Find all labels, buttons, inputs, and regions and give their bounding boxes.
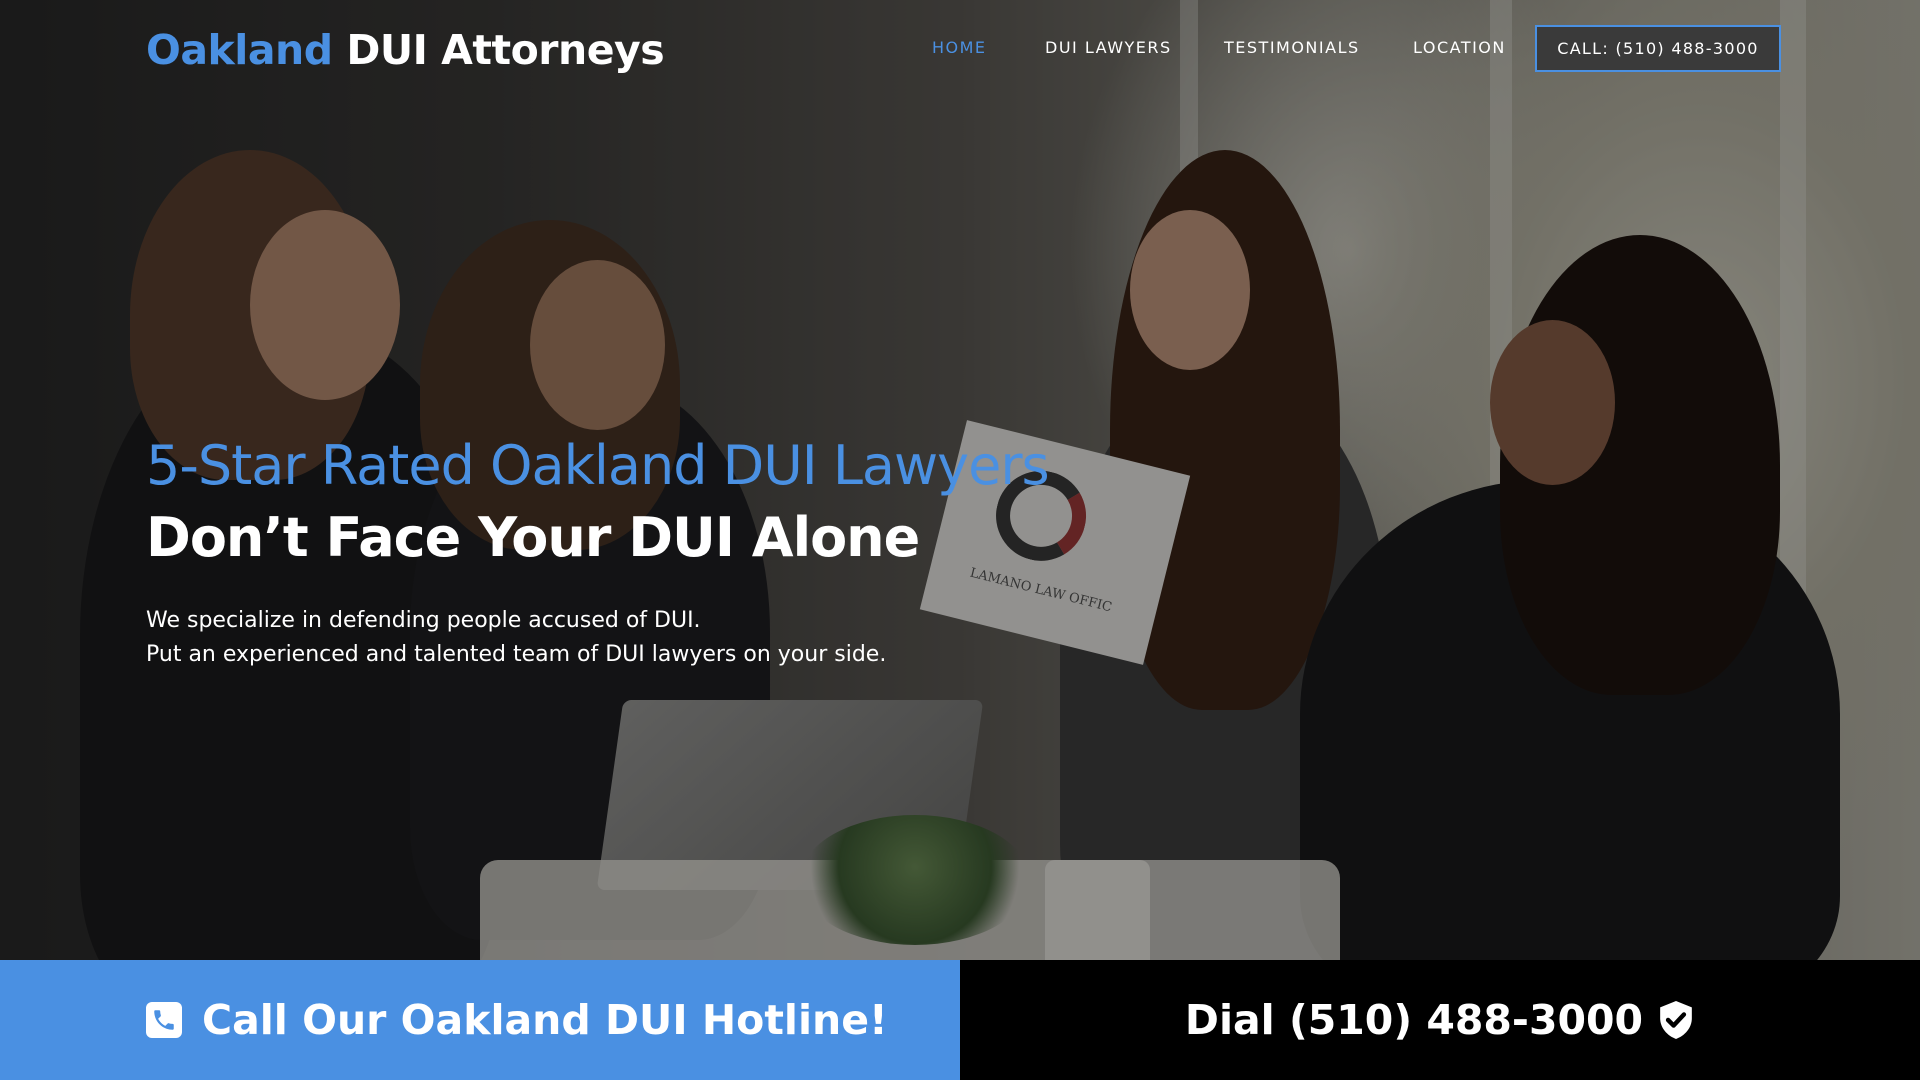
hero-subtext-2: Put an experienced and talented team of … [146, 642, 887, 667]
hero-headline: Don’t Face Your DUI Alone [146, 506, 920, 569]
site-logo[interactable]: Oakland DUI Attorneys [146, 26, 665, 74]
hotline-label: Call Our Oakland DUI Hotline! [202, 996, 888, 1044]
brand-accent: Oakland [146, 26, 333, 74]
hero-subtext-1: We specialize in defending people accuse… [146, 608, 701, 633]
nav-home[interactable]: HOME [932, 38, 987, 57]
hero-headline-accent: 5-Star Rated Oakland DUI Lawyers [146, 434, 1050, 497]
nav-dui-lawyers[interactable]: DUI LAWYERS [1045, 38, 1172, 57]
dial-label: Dial (510) 488-3000 [1184, 996, 1644, 1044]
shield-check-icon [1660, 1001, 1692, 1039]
nav-location[interactable]: LOCATION [1413, 38, 1506, 57]
brand-name: DUI Attorneys [346, 26, 665, 74]
hotline-cta-button[interactable]: Call Our Oakland DUI Hotline! [0, 960, 960, 1080]
nav-testimonials[interactable]: TESTIMONIALS [1224, 38, 1360, 57]
nav-call-button[interactable]: CALL: (510) 488-3000 [1535, 25, 1781, 72]
phone-icon [146, 1002, 182, 1038]
dial-cta-button[interactable]: Dial (510) 488-3000 [960, 960, 1920, 1080]
